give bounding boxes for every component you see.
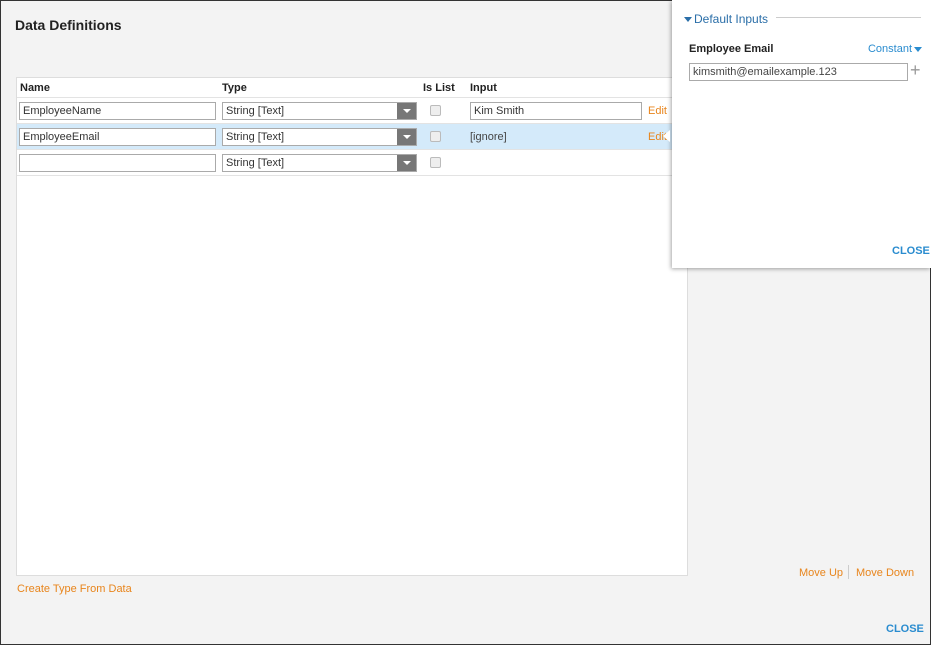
link-separator [848, 565, 849, 579]
default-value-input[interactable] [689, 63, 908, 81]
type-select[interactable]: String [Text] [222, 102, 417, 120]
type-select[interactable]: String [Text] [222, 128, 417, 146]
create-type-from-data-link[interactable]: Create Type From Data [17, 583, 132, 595]
edit-link[interactable]: Edit [648, 105, 667, 117]
type-value: String [Text] [226, 105, 285, 117]
table-row: String [Text] [17, 150, 687, 176]
input-mode-dropdown[interactable]: Constant [868, 43, 922, 55]
header-name: Name [20, 82, 50, 94]
caret-down-icon [684, 17, 692, 23]
chevron-down-icon[interactable] [397, 155, 416, 171]
input-value-field[interactable] [470, 102, 642, 120]
is-list-checkbox[interactable] [430, 105, 441, 116]
table-row: String [Text] [ignore] Edit [17, 124, 687, 150]
name-input[interactable] [19, 154, 216, 172]
header-is-list: Is List [423, 82, 455, 94]
default-inputs-panel: Default Inputs Employee Email Constant +… [672, 0, 931, 268]
table-row: String [Text] Edit [17, 98, 687, 124]
type-select[interactable]: String [Text] [222, 154, 417, 172]
field-label: Employee Email [689, 43, 774, 55]
default-inputs-toggle[interactable]: Default Inputs [684, 12, 768, 26]
is-list-checkbox[interactable] [430, 131, 441, 142]
move-down-link[interactable]: Move Down [856, 567, 914, 579]
chevron-down-icon[interactable] [397, 129, 416, 145]
name-input[interactable] [19, 128, 216, 146]
section-title: Default Inputs [694, 12, 769, 26]
plus-icon[interactable]: + [910, 60, 921, 81]
type-value: String [Text] [226, 157, 285, 169]
name-input[interactable] [19, 102, 216, 120]
popover-pointer [663, 130, 670, 142]
chevron-down-icon[interactable] [397, 103, 416, 119]
input-value: [ignore] [470, 131, 507, 143]
page-title: Data Definitions [15, 17, 122, 33]
data-definitions-table: Name Type Is List Input String [Text] Ed… [16, 77, 688, 576]
is-list-checkbox[interactable] [430, 157, 441, 168]
header-input: Input [470, 82, 497, 94]
close-dialog-button[interactable]: CLOSE [886, 623, 924, 635]
type-value: String [Text] [226, 131, 285, 143]
close-panel-button[interactable]: CLOSE [892, 245, 930, 257]
header-type: Type [222, 82, 247, 94]
move-up-link[interactable]: Move Up [799, 567, 843, 579]
section-divider [776, 17, 921, 18]
